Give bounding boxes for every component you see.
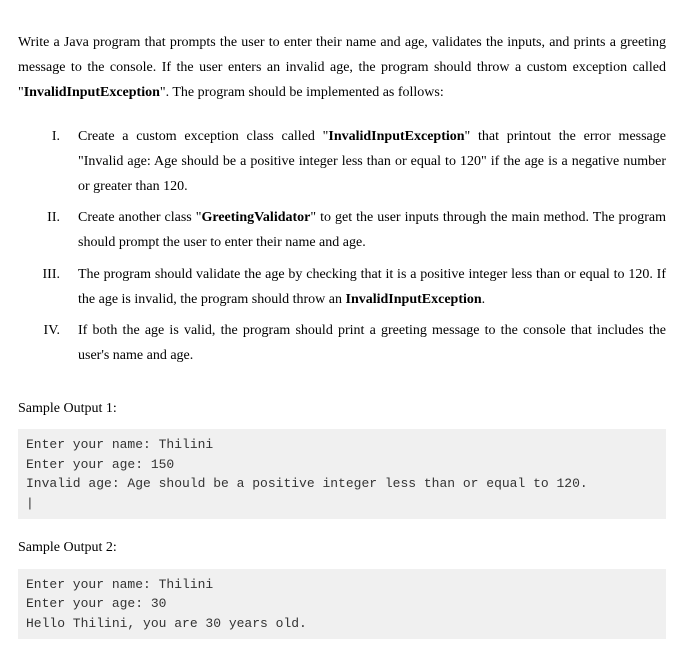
list-marker: III. [18, 262, 78, 312]
intro-bold-1: InvalidInputException [24, 85, 160, 100]
sample-output-1-label: Sample Output 1: [18, 396, 666, 421]
item-text-bold: InvalidInputException [346, 292, 482, 307]
intro-text-2: ". The program should be implemented as … [160, 85, 444, 100]
list-marker: II. [18, 205, 78, 255]
list-content: The program should validate the age by c… [78, 262, 666, 312]
intro-paragraph: Write a Java program that prompts the us… [18, 30, 666, 106]
item-text-pre: Create a custom exception class called " [78, 129, 328, 144]
list-content: If both the age is valid, the program sh… [78, 318, 666, 368]
sample-output-2-code: Enter your name: Thilini Enter your age:… [18, 569, 666, 640]
item-text-pre: Create another class " [78, 210, 201, 225]
list-content: Create another class "GreetingValidator"… [78, 205, 666, 255]
list-item: I. Create a custom exception class calle… [18, 124, 666, 200]
requirements-list: I. Create a custom exception class calle… [18, 124, 666, 369]
item-text-post: . [482, 292, 486, 307]
list-content: Create a custom exception class called "… [78, 124, 666, 200]
item-text-bold: InvalidInputException [328, 129, 464, 144]
item-text-bold: GreetingValidator [201, 210, 310, 225]
list-marker: IV. [18, 318, 78, 368]
list-marker: I. [18, 124, 78, 200]
list-item: II. Create another class "GreetingValida… [18, 205, 666, 255]
sample-output-2-label: Sample Output 2: [18, 535, 666, 560]
list-item: III. The program should validate the age… [18, 262, 666, 312]
list-item: IV. If both the age is valid, the progra… [18, 318, 666, 368]
item-text-pre: If both the age is valid, the program sh… [78, 323, 666, 363]
sample-output-1-code: Enter your name: Thilini Enter your age:… [18, 429, 666, 519]
